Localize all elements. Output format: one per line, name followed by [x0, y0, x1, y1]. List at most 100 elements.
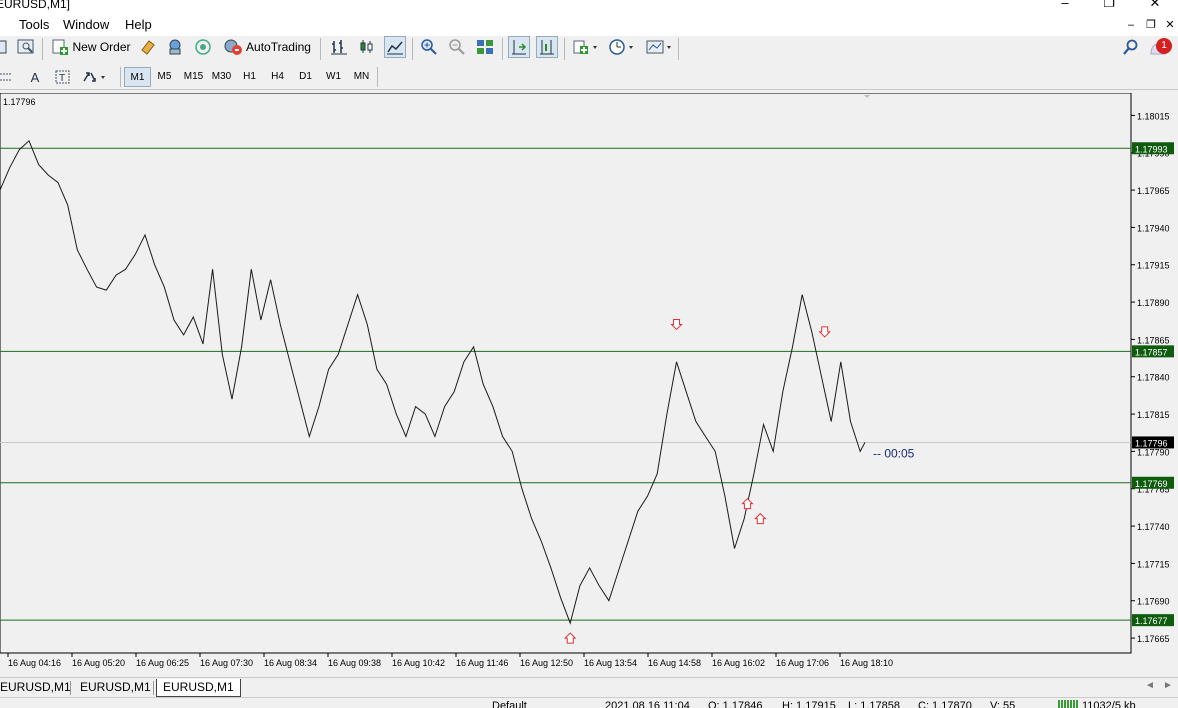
market-watch-icon[interactable]	[164, 36, 186, 58]
x-tick-label: 16 Aug 06:25	[136, 658, 189, 668]
x-tick-label: 16 Aug 11:46	[456, 658, 508, 668]
x-tick-label: 16 Aug 14:58	[648, 658, 701, 668]
line-chart-icon[interactable]	[384, 36, 406, 58]
text-label-tool-icon[interactable]: T	[52, 66, 74, 88]
mdi-close-icon[interactable]: ✕	[1163, 18, 1177, 32]
templates-dropdown[interactable]	[644, 36, 676, 58]
bar-chart-icon[interactable]	[328, 36, 350, 58]
autotrading-label: AutoTrading	[246, 40, 311, 54]
y-tick-label: 1.18015	[1137, 111, 1170, 121]
hline-price-label: 1.17769	[1135, 479, 1168, 489]
x-tick-label: 16 Aug 10:42	[392, 658, 445, 668]
x-tick-label: 16 Aug 13:54	[584, 658, 637, 668]
navigator-icon[interactable]	[16, 36, 36, 58]
x-tick-label: 16 Aug 09:38	[328, 658, 381, 668]
y-tick-label: 1.17965	[1137, 186, 1170, 196]
notification-badge: 1	[1156, 38, 1172, 54]
chart-plot-area	[0, 93, 1132, 654]
bar-countdown-timer: -- 00:05	[873, 446, 915, 460]
timeframe-m1[interactable]: M1	[124, 67, 151, 87]
status-low: L: 1.17858	[848, 700, 900, 708]
hline-price-label: 1.17857	[1135, 347, 1168, 357]
chart-tabs: EURUSD,M1 EURUSD,M1 EURUSD,M1 ◄ ►	[0, 677, 1178, 697]
y-tick-label: 1.17840	[1137, 373, 1170, 383]
y-tick-label: 1.17865	[1137, 335, 1170, 345]
title-bar: EURUSD,M1] – ❐ ✕	[0, 0, 1178, 14]
chart-window[interactable]: 1.180151.179901.179651.179401.179151.178…	[0, 93, 1178, 676]
status-bar: Default 2021.08.16 11:04 O: 1.17846 H: 1…	[0, 697, 1178, 708]
standard-toolbar: New Order AutoTrading 1	[0, 36, 1178, 64]
y-tick-label: 1.17715	[1137, 559, 1170, 569]
chart-shift-icon[interactable]	[536, 36, 558, 58]
tab-scroll-left-icon[interactable]: ◄	[1145, 680, 1155, 691]
search-icon[interactable]	[1120, 36, 1142, 58]
window-title: EURUSD,M1]	[0, 0, 71, 11]
x-tick-label: 16 Aug 07:30	[200, 658, 253, 668]
new-order-button[interactable]: New Order	[50, 36, 132, 58]
chart-tab-3[interactable]: EURUSD,M1	[156, 679, 241, 697]
timeframe-m5[interactable]: M5	[151, 67, 178, 87]
text-tool-icon[interactable]: A	[24, 66, 46, 88]
timeframe-h1[interactable]: H1	[236, 67, 263, 87]
chart-tab-2[interactable]: EURUSD,M1	[74, 679, 157, 697]
y-tick-label: 1.17740	[1137, 522, 1170, 532]
y-tick-label: 1.17890	[1137, 298, 1170, 308]
hline-tool-icon[interactable]	[0, 66, 14, 88]
tab-scroll-right-icon[interactable]: ►	[1163, 680, 1173, 691]
arrows-dropdown[interactable]	[80, 66, 112, 88]
candlestick-icon[interactable]	[356, 36, 378, 58]
connection-icon	[1058, 700, 1078, 708]
mdi-minimize-icon[interactable]: –	[1124, 18, 1138, 32]
timeframe-m15[interactable]: M15	[180, 67, 207, 87]
y-tick-label: 1.17690	[1137, 597, 1170, 607]
status-volume: V: 55	[990, 700, 1016, 708]
chart-tab-1[interactable]: EURUSD,M1	[0, 679, 77, 697]
x-tick-label: 16 Aug 16:02	[712, 658, 765, 668]
y-tick-label: 1.17940	[1137, 223, 1170, 233]
new-order-label: New Order	[72, 40, 131, 54]
x-tick-label: 16 Aug 04:16	[8, 658, 61, 668]
y-tick-label: 1.17815	[1137, 410, 1170, 420]
restore-icon[interactable]: ❐	[1094, 0, 1124, 12]
metaeditor-icon[interactable]	[138, 36, 158, 58]
autoscroll-icon[interactable]	[508, 36, 530, 58]
notifications-button[interactable]: 1	[1148, 36, 1174, 58]
status-open: O: 1.17846	[708, 700, 763, 708]
signals-icon[interactable]	[192, 36, 214, 58]
periods-dropdown[interactable]	[606, 36, 638, 58]
minimize-icon[interactable]: –	[1050, 0, 1080, 12]
svg-text:T: T	[59, 73, 65, 84]
status-close: C: 1.17870	[918, 700, 972, 708]
x-tick-label: 16 Aug 17:06	[776, 658, 829, 668]
menu-window[interactable]: Window	[63, 17, 109, 32]
autotrading-button[interactable]: AutoTrading	[220, 36, 314, 58]
timeframe-d1[interactable]: D1	[292, 67, 319, 87]
timeframe-h4[interactable]: H4	[264, 67, 291, 87]
price-chart[interactable]: 1.180151.179901.179651.179401.179151.178…	[0, 93, 1178, 676]
mdi-restore-icon[interactable]: ❐	[1144, 18, 1158, 32]
menu-tools[interactable]: Tools	[19, 17, 49, 32]
close-icon[interactable]: ✕	[1140, 0, 1170, 12]
menu-bar: Tools Window Help – ❐ ✕	[0, 14, 1178, 36]
y-tick-label: 1.17790	[1137, 447, 1170, 457]
x-tick-label: 16 Aug 12:50	[520, 658, 573, 668]
y-tick-label: 1.17665	[1137, 634, 1170, 644]
x-tick-label: 16 Aug 18:10	[840, 658, 893, 668]
hline-price-label: 1.17677	[1135, 616, 1168, 626]
tile-windows-icon[interactable]	[474, 36, 496, 58]
current-price-label: 1.17796	[1135, 438, 1168, 448]
menu-help[interactable]: Help	[125, 17, 152, 32]
timeframe-mn[interactable]: MN	[348, 67, 375, 87]
hline-price-label: 1.17993	[1135, 144, 1168, 154]
timeframe-w1[interactable]: W1	[320, 67, 347, 87]
zoom-in-icon[interactable]	[418, 36, 440, 58]
timeframe-m30[interactable]: M30	[208, 67, 235, 87]
status-profile: Default	[492, 700, 527, 708]
indicators-dropdown[interactable]	[570, 36, 602, 58]
x-tick-label: 16 Aug 05:20	[72, 658, 125, 668]
y-tick-label: 1.17915	[1137, 261, 1170, 271]
chart-icon[interactable]	[0, 36, 8, 58]
drawing-toolbar: A T M1 M5 M15 M30 H1 H4 D1 W1 MN	[0, 64, 1178, 90]
status-datetime: 2021.08.16 11:04	[605, 700, 690, 708]
zoom-out-icon[interactable]	[446, 36, 468, 58]
